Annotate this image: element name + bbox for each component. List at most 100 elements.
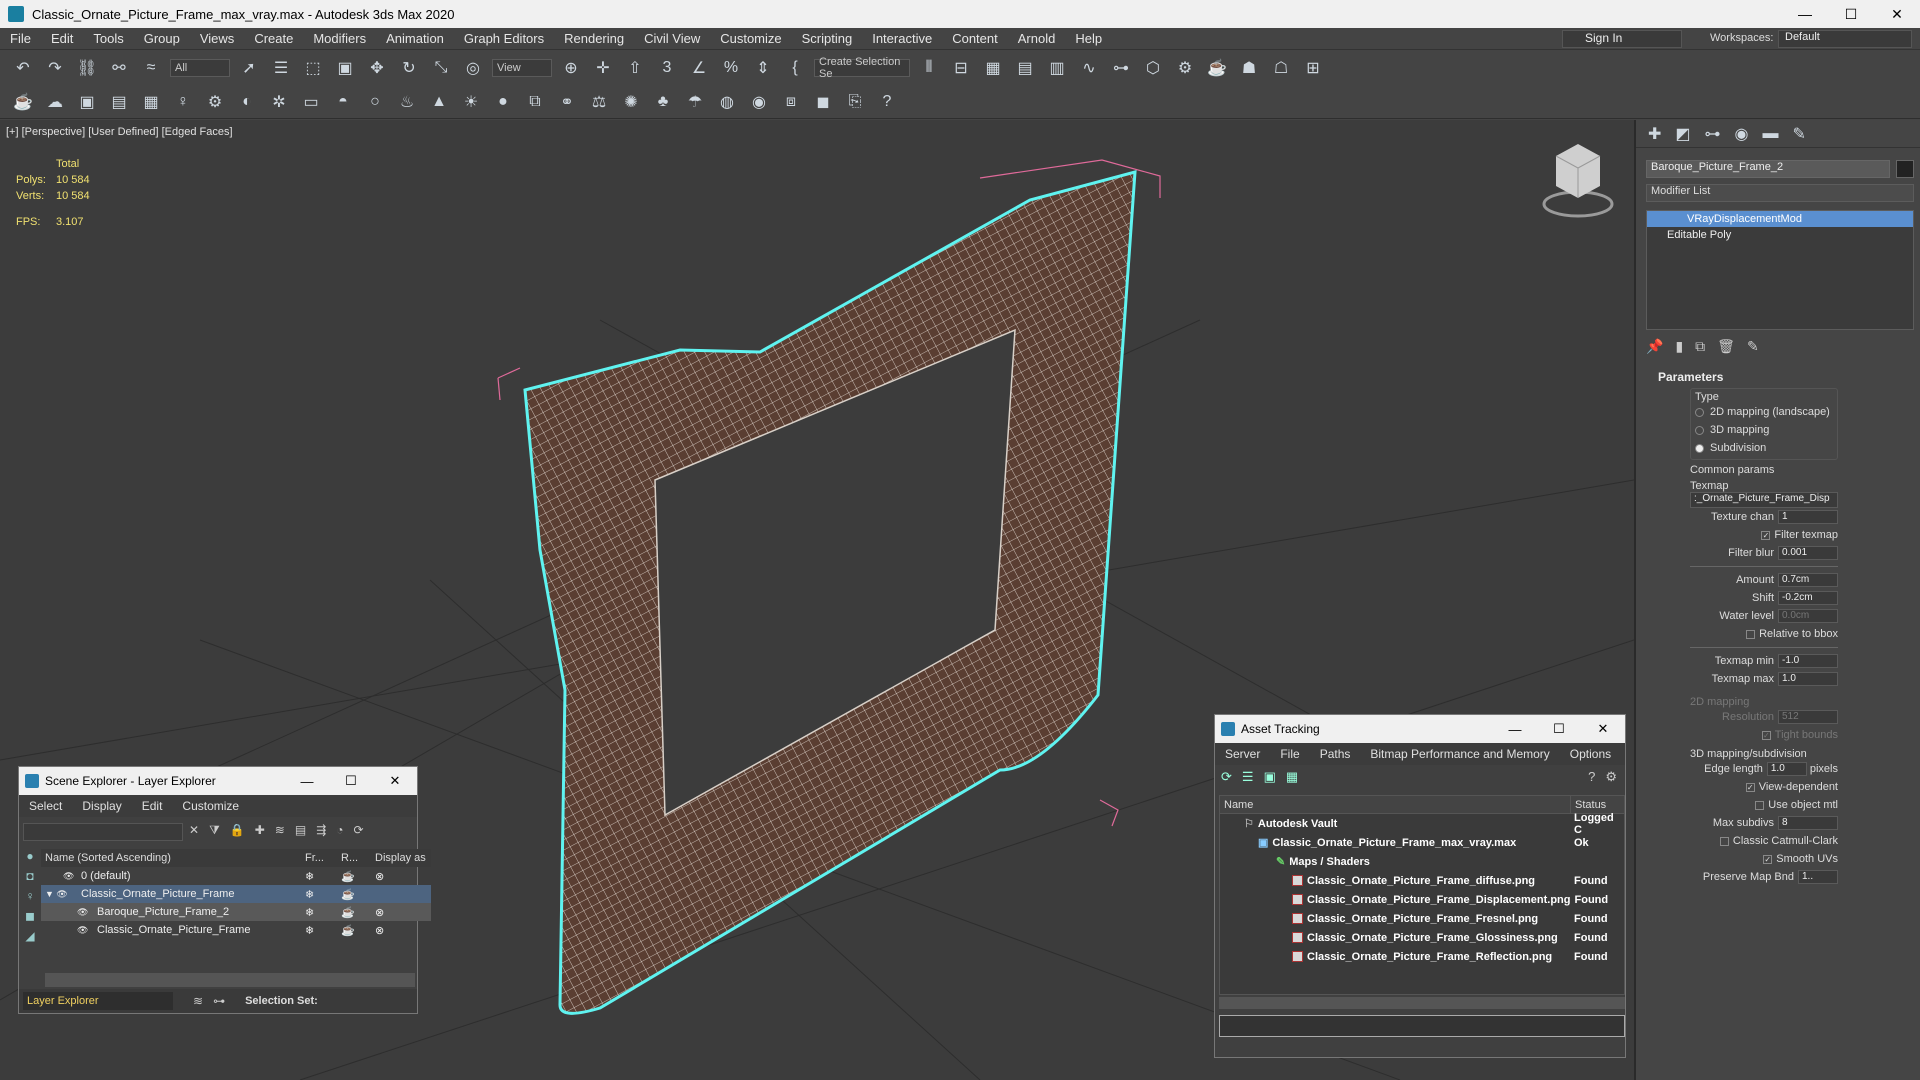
asset-row[interactable]: ✎ Maps / Shaders <box>1220 852 1624 871</box>
vray-cube-icon[interactable]: ◼ <box>810 89 836 115</box>
selection-filter-dropdown[interactable]: All <box>170 59 230 77</box>
hierarchy-toggle-icon[interactable]: ⊶ <box>213 994 225 1008</box>
new-layer-icon[interactable]: ▤ <box>295 823 306 838</box>
scene-explorer-minimize-button[interactable]: — <box>285 774 329 789</box>
resolution-spinner[interactable]: 512 <box>1778 710 1838 724</box>
scene-explorer-maximize-button[interactable]: ☐ <box>329 773 373 789</box>
make-unique-icon[interactable]: ⧉ <box>1695 338 1705 358</box>
radio-subdivision[interactable]: Subdivision <box>1695 439 1833 457</box>
se-menu-display[interactable]: Display <box>72 799 131 813</box>
display-box-icon[interactable]: ⊗ <box>375 924 384 937</box>
list-view-icon[interactable]: ☰ <box>1242 769 1254 785</box>
remove-modifier-icon[interactable]: 🗑 <box>1717 338 1735 358</box>
radio-3d-mapping[interactable]: 3D mapping <box>1695 421 1833 439</box>
asset-row[interactable]: Classic_Ornate_Picture_Frame_Fresnel.png… <box>1220 909 1624 928</box>
radio-2d-mapping[interactable]: 2D mapping (landscape) <box>1695 403 1833 421</box>
asset-row[interactable]: Classic_Ornate_Picture_Frame_Glossiness.… <box>1220 928 1624 947</box>
pivot-center-icon[interactable]: ⊕ <box>558 55 584 81</box>
layers-icon[interactable]: ▤ <box>106 89 132 115</box>
select-manipulate-icon[interactable]: ✛ <box>590 55 616 81</box>
object-row[interactable]: 👁 Classic_Ornate_Picture_Frame ❄ ☕ ⊗ <box>41 921 431 939</box>
move-to-layer-icon[interactable]: ⇶ <box>316 823 326 838</box>
texmap-min-spinner[interactable]: -1.0 <box>1778 654 1838 668</box>
layer-row[interactable]: 👁 0 (default) ❄ ☕ ⊗ <box>41 867 431 885</box>
object-row[interactable]: 👁 Baroque_Picture_Frame_2 ❄ ☕ ⊗ <box>41 903 431 921</box>
at-menu-paths[interactable]: Paths <box>1310 747 1361 761</box>
menu-civil-view[interactable]: Civil View <box>634 31 710 46</box>
asset-row[interactable]: Classic_Ornate_Picture_Frame_Displacemen… <box>1220 890 1624 909</box>
scene-explorer-hscrollbar[interactable] <box>45 973 415 987</box>
at-menu-bitmap-performance[interactable]: Bitmap Performance and Memory <box>1360 747 1559 761</box>
asset-tracking-maximize-button[interactable]: ☐ <box>1537 721 1581 737</box>
tight-bounds-2d-checkbox[interactable]: ✓ Tight bounds <box>1690 726 1838 744</box>
object-color-swatch[interactable] <box>1896 160 1914 178</box>
minimize-button[interactable]: — <box>1782 0 1828 28</box>
scene-explorer-search-input[interactable] <box>23 823 183 841</box>
display-objects-icon[interactable]: ● <box>26 849 33 863</box>
utilities-tab-icon[interactable]: ✎ <box>1793 124 1806 144</box>
asset-tracking-close-button[interactable]: ✕ <box>1581 721 1625 737</box>
menu-animation[interactable]: Animation <box>376 31 454 46</box>
display-tab-icon[interactable]: ▬ <box>1763 125 1779 143</box>
cloud-icon[interactable]: ☁ <box>42 89 68 115</box>
viewport-label[interactable]: [+] [Perspective] [User Defined] [Edged … <box>6 126 233 138</box>
help-icon[interactable]: ? <box>874 89 900 115</box>
at-menu-options[interactable]: Options <box>1560 747 1621 761</box>
texmap-button[interactable]: :_Ornate_Picture_Frame_Disp <box>1690 492 1838 508</box>
grid-icon[interactable]: ▦ <box>138 89 164 115</box>
configure-modifier-sets-icon[interactable]: ✎ <box>1747 338 1759 358</box>
toggle-ribbon-icon[interactable]: ▥ <box>1044 55 1070 81</box>
scale-icon[interactable]: ⤡ <box>428 55 454 81</box>
hdr-icon[interactable]: ☂ <box>682 89 708 115</box>
water-level-spinner[interactable]: 0.0cm <box>1778 609 1838 623</box>
mirror-icon[interactable]: ⫴ <box>916 55 942 81</box>
sphere-icon[interactable]: ◉ <box>746 89 772 115</box>
preserve-map-bnd-dropdown[interactable]: 1.. <box>1798 870 1838 884</box>
plane-icon[interactable]: ▭ <box>298 89 324 115</box>
close-button[interactable]: ✕ <box>1874 0 1920 28</box>
asset-row[interactable]: ⚐ Autodesk Vault Logged C <box>1220 812 1624 836</box>
col-name-header[interactable]: Name (Sorted Ascending) <box>41 852 305 864</box>
render-teapot-icon[interactable]: ☕ <box>341 906 375 919</box>
display-box-icon[interactable]: ⊗ <box>375 870 384 883</box>
clear-search-icon[interactable]: ✕ <box>189 823 199 838</box>
menu-help[interactable]: Help <box>1065 31 1112 46</box>
highlight-layer-icon[interactable]: ◔ <box>336 823 343 838</box>
explorer-type-dropdown[interactable]: Layer Explorer <box>23 992 173 1010</box>
lock-icon[interactable]: 🔒 <box>230 823 245 838</box>
display-helpers-icon[interactable]: ◢ <box>25 929 34 943</box>
sun-icon[interactable]: ☀ <box>458 89 484 115</box>
display-box-icon[interactable]: ⊗ <box>375 906 384 919</box>
menu-create[interactable]: Create <box>244 31 303 46</box>
material-icon[interactable]: ◍ <box>714 89 740 115</box>
vault-settings-icon[interactable]: ⚙ <box>1605 769 1617 785</box>
create-selection-set-dropdown[interactable]: Create Selection Se <box>814 56 910 80</box>
maximize-button[interactable]: ☐ <box>1828 0 1874 28</box>
light-lister-icon[interactable]: ♀ <box>170 89 196 115</box>
classic-catmull-clark-checkbox[interactable]: Classic Catmull-Clark <box>1690 832 1838 850</box>
edge-length-spinner[interactable]: 1.0 <box>1766 762 1807 776</box>
bind-space-warp-icon[interactable]: ≈ <box>138 55 164 81</box>
se-menu-select[interactable]: Select <box>19 799 72 813</box>
window-crossing-icon[interactable]: ▣ <box>332 55 358 81</box>
render-elements-icon[interactable]: ⚙ <box>202 89 228 115</box>
refresh-icon[interactable]: ⟳ <box>1221 769 1232 785</box>
filter-texmap-checkbox[interactable]: ✓ Filter texmap <box>1690 526 1838 544</box>
menu-graph-editors[interactable]: Graph Editors <box>454 31 554 46</box>
layers-toggle-icon[interactable]: ≋ <box>193 994 203 1008</box>
menu-rendering[interactable]: Rendering <box>554 31 634 46</box>
show-end-result-icon[interactable]: ▮ <box>1675 338 1683 358</box>
select-object-icon[interactable]: ➚ <box>236 55 262 81</box>
menu-arnold[interactable]: Arnold <box>1008 31 1066 46</box>
material-editor-icon[interactable]: ⬡ <box>1140 55 1166 81</box>
smooth-uvs-checkbox[interactable]: ✓ Smooth UVs <box>1690 850 1838 868</box>
render-production-icon[interactable]: ☗ <box>1236 55 1262 81</box>
proxy-icon[interactable]: ◐ <box>234 89 260 115</box>
filter-blur-spinner[interactable]: 0.001 <box>1778 546 1838 560</box>
align-icon[interactable]: ⊟ <box>948 55 974 81</box>
physical-camera-icon[interactable]: ⚖ <box>586 89 612 115</box>
render-teapot-icon[interactable]: ☕ <box>341 888 375 901</box>
asset-row[interactable]: Classic_Ornate_Picture_Frame_Reflection.… <box>1220 947 1624 966</box>
toggle-scene-explorer-icon[interactable]: ▦ <box>980 55 1006 81</box>
workspaces-dropdown[interactable]: Default <box>1778 30 1912 48</box>
